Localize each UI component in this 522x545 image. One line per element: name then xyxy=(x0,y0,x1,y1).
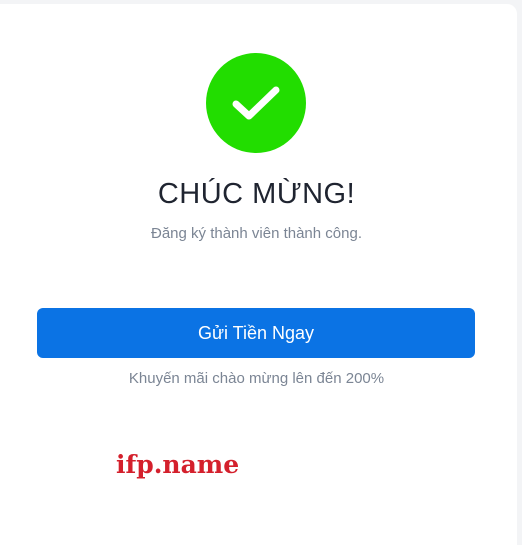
success-badge xyxy=(206,53,306,153)
checkmark-icon xyxy=(232,86,280,120)
success-dialog: CHÚC MỪNG! Đăng ký thành viên thành công… xyxy=(0,4,517,545)
watermark-text: ifp.name xyxy=(116,450,240,479)
page: CHÚC MỪNG! Đăng ký thành viên thành công… xyxy=(0,0,522,545)
dialog-subtitle: Đăng ký thành viên thành công. xyxy=(151,225,362,242)
dialog-title: CHÚC MỪNG! xyxy=(157,178,356,210)
deposit-now-button[interactable]: Gửi Tiền Ngay xyxy=(37,308,475,358)
promo-text: Khuyến mãi chào mừng lên đến 200% xyxy=(128,370,385,387)
